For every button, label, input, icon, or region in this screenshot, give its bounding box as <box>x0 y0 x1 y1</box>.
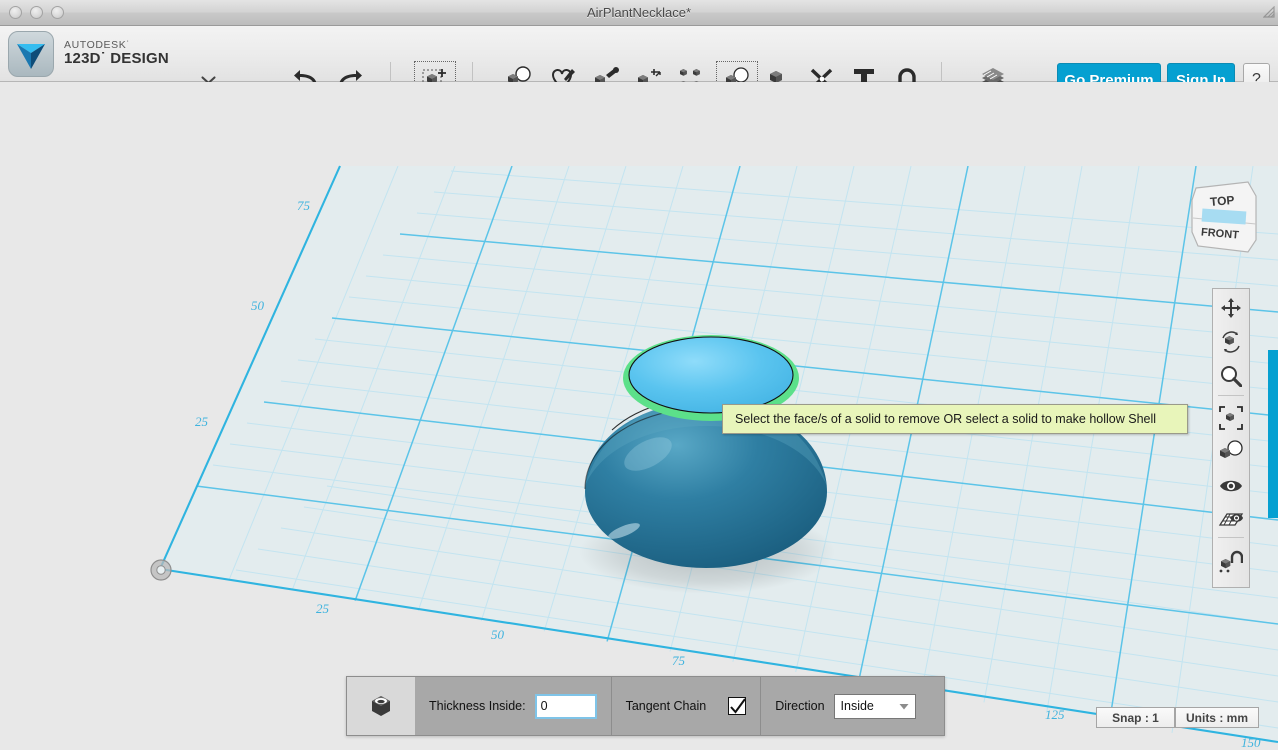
direction-label: Direction <box>775 699 825 713</box>
brand-block: AUTODESK˙ 123D˙ DESIGN <box>8 31 169 77</box>
resize-grip-icon[interactable] <box>1263 6 1275 18</box>
nav-divider <box>1218 395 1244 396</box>
tangent-chain-segment: Tangent Chain <box>612 677 762 735</box>
right-edge-strip <box>1268 350 1278 518</box>
orbit-cube-icon <box>1219 330 1243 359</box>
tangent-chain-checkbox[interactable] <box>728 697 747 715</box>
nav-snap-settings-button[interactable] <box>1213 547 1249 581</box>
checkmark-icon <box>730 698 747 714</box>
viewport-canvas[interactable]: 755025255075100125150 TOP FRONT Select t… <box>0 82 1278 750</box>
nav-grid-visibility-button[interactable] <box>1213 505 1249 539</box>
grid-eye-icon <box>1218 509 1244 536</box>
eye-icon <box>1219 477 1243 500</box>
tooltip-text: Select the face/s of a solid to remove O… <box>735 412 1157 426</box>
window-title: AirPlantNecklace* <box>586 5 692 20</box>
shell-cube-icon <box>347 677 415 735</box>
nav-visibility-button[interactable] <box>1213 471 1249 505</box>
pan-arrows-icon <box>1220 297 1242 324</box>
direction-value: Inside <box>840 699 874 713</box>
window-title-bar: AirPlantNecklace* <box>0 0 1278 26</box>
brand-line-2: 123D˙ DESIGN <box>64 50 169 68</box>
nav-orbit-button[interactable] <box>1213 327 1249 361</box>
origin-handle-icon <box>150 559 172 581</box>
nav-zoom-button[interactable] <box>1213 361 1249 395</box>
snap-status[interactable]: Snap : 1 <box>1096 707 1175 728</box>
thickness-segment: Thickness Inside: <box>415 677 612 735</box>
autodesk-123d-logo-icon <box>8 31 54 77</box>
nav-fit-to-view-button[interactable] <box>1213 403 1249 437</box>
tangent-chain-label: Tangent Chain <box>625 699 707 713</box>
view-cube-top-label[interactable]: TOP <box>1209 193 1235 209</box>
fit-brackets-icon <box>1219 405 1243 435</box>
cube-overlap-icon <box>1218 439 1244 470</box>
brand-text: AUTODESK˙ 123D˙ DESIGN <box>64 39 169 69</box>
navigation-bar[interactable] <box>1212 288 1250 588</box>
cube-magnet-icon <box>1219 550 1244 579</box>
shell-option-bar: Thickness Inside: Tangent Chain Directio… <box>346 676 945 736</box>
direction-segment: Direction Inside <box>761 677 929 735</box>
view-cube[interactable]: TOP FRONT <box>1186 174 1264 260</box>
direction-dropdown[interactable]: Inside <box>833 693 916 719</box>
status-tooltip: Select the face/s of a solid to remove O… <box>722 404 1188 434</box>
application-toolbar: AUTODESK˙ 123D˙ DESIGN Go Premium Sign I… <box>0 26 1278 101</box>
magnifier-icon <box>1220 365 1243 392</box>
nav-display-mode-button[interactable] <box>1213 437 1249 471</box>
caret-down-icon <box>899 704 909 710</box>
thickness-label: Thickness Inside: <box>429 699 526 713</box>
thickness-input[interactable] <box>534 693 597 719</box>
nav-divider <box>1218 537 1244 538</box>
nav-pan-button[interactable] <box>1213 293 1249 327</box>
units-status[interactable]: Units : mm <box>1175 707 1259 728</box>
